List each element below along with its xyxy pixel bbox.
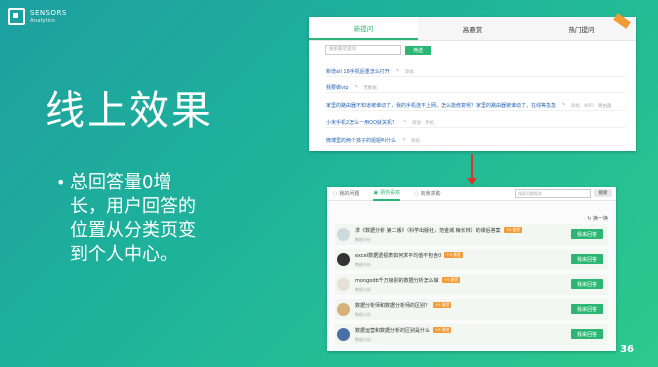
reward-badge: +5 悬赏 <box>433 302 452 308</box>
question-row[interactable]: 新增all 18手机后重怎么打开 ✎ 添加 <box>326 67 626 77</box>
tab-guess-label: 猜你喜欢 <box>380 190 401 196</box>
tab-hot-questions[interactable]: 热门提问 <box>527 13 636 40</box>
bullet-line: 总回答量0增 <box>70 172 172 193</box>
bottom-search: 搜索问题相关 搜索 <box>515 189 616 198</box>
suggested-question-row: mongodb千万级别的数据分析怎么做 +5 悬赏数据分析 我来回答 <box>335 274 608 295</box>
top-panel: 新提问 高悬赏 热门提问 搜索最近提问 筛选 新增all 18手机后重怎么打开 … <box>309 13 636 151</box>
reward-badge: +5 悬赏 <box>503 227 523 233</box>
question-title[interactable]: 小米手机2怎么一用QQ就关机？ <box>326 119 397 126</box>
bottom-search-button[interactable]: 搜索 <box>594 189 612 197</box>
question-title[interactable]: 微博里的两个孩子的姐姐叫什么 <box>326 137 396 144</box>
question-text[interactable]: excel数据透视表如何求平均值不包含0 <box>355 252 441 259</box>
bullet-line: 到个人中心。 <box>70 244 178 265</box>
brand-line-1: SENSORS <box>30 8 67 17</box>
bullet-line: 位置从分类页变 <box>70 220 196 241</box>
heart-icon: ▣ <box>373 189 379 196</box>
question-row[interactable]: 小米手机2怎么一用QQ就关机？ ✎ 添加 · 手机 <box>326 118 626 128</box>
reward-badge: +5 悬赏 <box>433 327 452 333</box>
brand-logo: SENSORS Analytics <box>8 8 67 25</box>
question-title[interactable]: 家里的路由器不知道被谁动了，我的手机连不上网，怎么能修复呢？家里的路由器被谁动了… <box>326 102 556 109</box>
hot-ribbon-icon <box>613 13 631 29</box>
down-arrow-icon <box>467 154 477 185</box>
reward-badge: +5 悬赏 <box>441 277 461 283</box>
bullet-line: 长，用户回答的 <box>70 196 196 217</box>
comment-icon: ✎ <box>562 102 566 108</box>
slide: SENSORS Analytics 线上效果 • 总回答量0增 长，用户回答的 … <box>0 0 658 367</box>
filter-button[interactable]: 筛选 <box>405 45 431 55</box>
comment-icon: ✎ <box>402 137 406 143</box>
tab-help-me[interactable]: ◌ 向我求助 <box>414 187 440 200</box>
help-icon: ◌ <box>414 190 419 197</box>
refresh-label: 换一换 <box>592 216 608 222</box>
brand-line-2: Analytics <box>30 17 55 24</box>
question-category: 数据分析 <box>355 336 371 342</box>
reward-badge: +5 悬赏 <box>444 252 463 258</box>
question-title[interactable]: 我要做vip <box>326 84 349 91</box>
question-text[interactable]: mongodb千万级别的数据分析怎么做 <box>355 277 439 284</box>
comment-icon: ✎ <box>354 84 359 90</box>
answer-button[interactable]: 我来回答 <box>571 279 603 289</box>
suggested-question-row: 数据运营和数据分析的区别是什么 +5 悬赏数据分析 我来回答 <box>335 324 608 345</box>
answer-button[interactable]: 我来回答 <box>571 329 603 339</box>
top-search-input[interactable]: 搜索最近提问 <box>325 45 401 55</box>
question-meta: 添加 <box>404 69 414 75</box>
page-number: 36 <box>620 344 634 355</box>
top-search-row: 搜索最近提问 筛选 <box>309 41 636 59</box>
brand-logo-icon <box>8 8 25 25</box>
question-text[interactable]: 数据运营和数据分析的区别是什么 <box>355 327 430 334</box>
question-row[interactable]: 家里的路由器不知道被谁动了，我的手机连不上网，怎么能修复呢？家里的路由器被谁动了… <box>326 101 626 111</box>
user-avatar <box>337 253 350 266</box>
bullet-dot-icon: • <box>56 173 66 192</box>
tab-my-questions-label: 我的问题 <box>339 191 360 197</box>
question-text[interactable]: 求《数据分析 第二版》（科学出版社，范金城 梅长林）的课后答案 <box>355 227 501 234</box>
tab-new-questions[interactable]: 新提问 <box>309 17 418 40</box>
question-meta: 无数据 <box>363 85 377 91</box>
question-category: 数据分析 <box>355 261 371 267</box>
suggested-question-row: 数据分析师和数据分析师的区别？ +5 悬赏数据分析 我来回答 <box>335 299 608 320</box>
question-meta: 添加 · WIFI · 路由器 <box>570 103 612 109</box>
suggested-question-row: 求《数据分析 第二版》（科学出版社，范金城 梅长林）的课后答案 +5 悬赏数据分析… <box>335 224 608 245</box>
user-avatar <box>337 303 350 316</box>
tab-my-questions[interactable]: ◌ 我的问题 <box>333 187 359 200</box>
user-avatar <box>337 278 350 291</box>
refresh-button[interactable]: ↻ 换一换 <box>587 215 608 222</box>
user-avatar <box>337 328 350 341</box>
question-category: 数据分析 <box>355 236 371 242</box>
question-category: 数据分析 <box>355 286 371 292</box>
user-avatar <box>337 228 350 241</box>
question-meta: 添加 · 手机 <box>411 120 435 126</box>
answer-button[interactable]: 我来回答 <box>571 304 603 314</box>
tab-guess-you-like[interactable]: ▣ 猜你喜欢 <box>373 186 401 201</box>
tab-help-label: 向我求助 <box>420 191 441 197</box>
question-text[interactable]: 数据分析师和数据分析师的区别？ <box>355 302 430 309</box>
answer-button[interactable]: 我来回答 <box>571 254 603 264</box>
bottom-search-input[interactable]: 搜索问题相关 <box>515 189 591 198</box>
top-tabs: 新提问 高悬赏 热门提问 <box>309 13 636 41</box>
comment-icon: ✎ <box>403 119 407 125</box>
question-title[interactable]: 新增all 18手机后重怎么打开 <box>326 68 390 75</box>
bullet-block: • 总回答量0增 长，用户回答的 位置从分类页变 到个人中心。 <box>56 171 196 267</box>
question-meta: 添加 <box>410 138 420 144</box>
tab-hot-label: 热门提问 <box>568 25 595 34</box>
slide-title: 线上效果 <box>45 88 213 134</box>
bottom-tabs: ◌ 我的问题 ▣ 猜你喜欢 ◌ 向我求助 搜索问题相关 搜索 <box>327 187 616 201</box>
comment-icon: ✎ <box>395 68 400 74</box>
question-icon: ◌ <box>333 190 338 197</box>
bottom-panel: ◌ 我的问题 ▣ 猜你喜欢 ◌ 向我求助 搜索问题相关 搜索 ↻ 换一换 求《数据分析… <box>327 187 616 351</box>
question-category: 数据分析 <box>355 311 371 317</box>
answer-button[interactable]: 我来回答 <box>571 229 603 239</box>
tab-high-reward[interactable]: 高悬赏 <box>418 17 527 40</box>
question-row[interactable]: 微博里的两个孩子的姐姐叫什么 ✎ 添加 <box>326 136 626 146</box>
suggested-question-row: excel数据透视表如何求平均值不包含0 +5 悬赏数据分析 我来回答 <box>335 249 608 270</box>
question-row[interactable]: 我要做vip ✎ 无数据 <box>326 83 626 93</box>
